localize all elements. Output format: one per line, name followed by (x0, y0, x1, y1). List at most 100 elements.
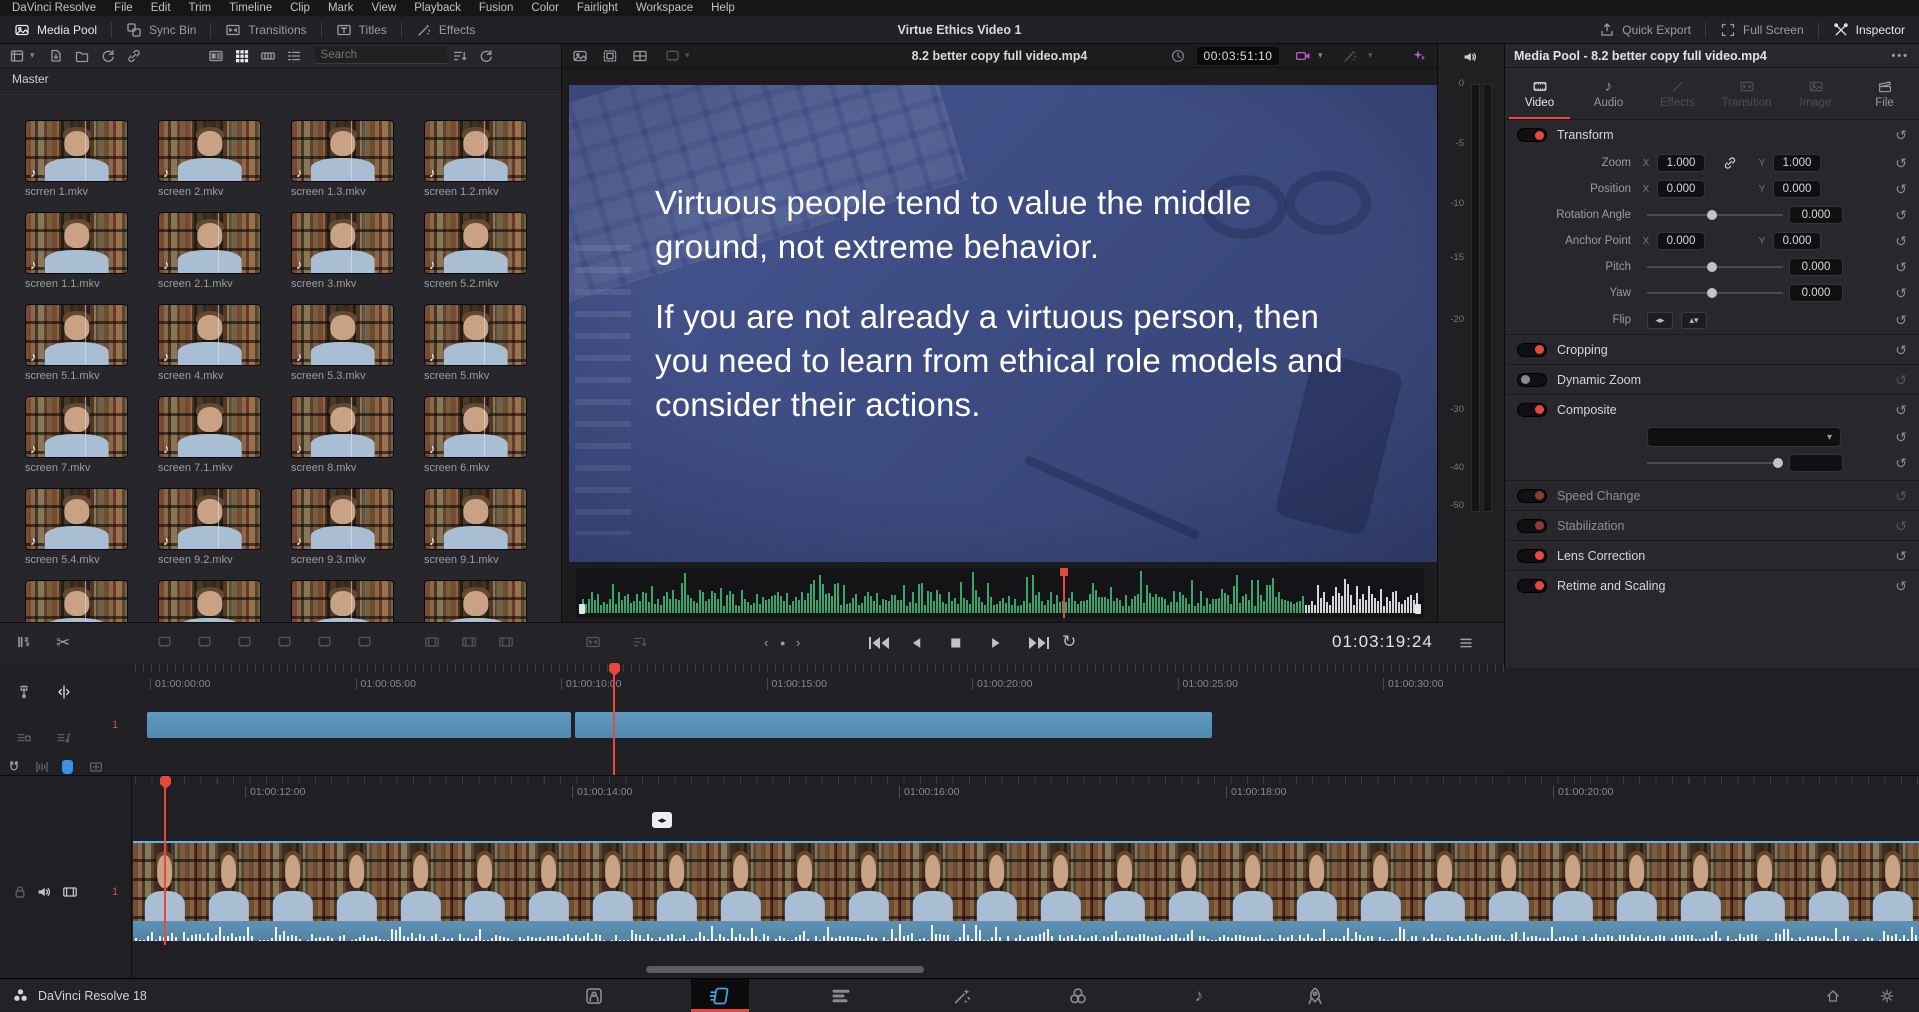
stop-button[interactable] (948, 636, 966, 650)
yaw-slider[interactable] (1647, 286, 1783, 300)
section-toggle[interactable] (1517, 579, 1547, 593)
reset-icon[interactable]: ↺ (1895, 373, 1907, 387)
flip-horizontal-button[interactable]: ◂▸ (1647, 312, 1673, 329)
media-pool-item[interactable]: ♪ screen 6.mkv (424, 396, 527, 476)
clip-thumbnail[interactable]: ♪ (158, 304, 261, 366)
menu-item-color[interactable]: Color (522, 0, 567, 16)
media-pool-item-partial[interactable]: ♪ (424, 580, 527, 622)
opacity-field[interactable] (1789, 454, 1843, 472)
strip-view-icon[interactable] (260, 48, 276, 64)
media-pool-item[interactable]: ♪ screen 4.mkv (158, 304, 261, 384)
menu-item-trim[interactable]: Trim (180, 0, 221, 16)
rotation-field[interactable]: 0.000 (1789, 206, 1843, 224)
toolbar-button-sync-bin[interactable]: Sync Bin (112, 16, 210, 43)
clip-thumbnail[interactable]: ♪ (291, 304, 394, 366)
clip-thumbnail[interactable] (1541, 843, 1605, 921)
media-pool-item[interactable]: ♪ screen 5.2.mkv (424, 212, 527, 292)
section-toggle[interactable] (1517, 373, 1547, 387)
position-x-field[interactable]: 0.000 (1657, 180, 1705, 198)
menu-item-edit[interactable]: Edit (142, 0, 180, 16)
trim-in-icon[interactable]: ‹ (764, 635, 768, 650)
project-home-button[interactable] (1808, 979, 1858, 1012)
clock-icon[interactable] (1170, 48, 1186, 64)
overview-clip-segment[interactable] (575, 712, 1212, 738)
viewer-mode-icon[interactable] (664, 48, 681, 63)
clip-thumbnail[interactable]: ♪ (25, 488, 128, 550)
toolbar-button-titles[interactable]: Titles (322, 16, 401, 43)
detail-playhead[interactable] (164, 787, 166, 945)
chevron-down-icon[interactable]: ▾ (30, 50, 35, 61)
clip-thumbnail[interactable]: ♪ (25, 580, 128, 622)
scrubber-in-handle[interactable] (579, 604, 585, 614)
clip-thumbnail[interactable]: ♪ (25, 120, 128, 182)
timeline-sleep-icon[interactable] (16, 634, 32, 650)
clip-thumbnail[interactable] (645, 843, 709, 921)
reset-icon[interactable]: ↺ (1895, 260, 1907, 274)
clip-thumbnail[interactable]: ♪ (424, 580, 527, 622)
menu-item-playback[interactable]: Playback (405, 0, 470, 16)
section-toggle[interactable] (1517, 489, 1547, 503)
tab-transition[interactable]: Transition (1712, 68, 1781, 119)
toolbar-button-transitions[interactable]: Transitions (211, 16, 320, 43)
position-lock-icon[interactable] (16, 684, 32, 705)
clip-thumbnail[interactable] (453, 843, 517, 921)
clip-thumbnail[interactable]: ♪ (291, 396, 394, 458)
toolbar-button-full-screen[interactable]: Full Screen (1706, 16, 1818, 43)
overview-playhead[interactable] (613, 674, 615, 775)
source-timecode[interactable]: 00:03:51:10 (1197, 47, 1279, 65)
menu-item-mark[interactable]: Mark (319, 0, 363, 16)
reset-icon[interactable]: ↺ (1895, 579, 1907, 593)
reset-icon[interactable]: ↺ (1895, 456, 1907, 470)
sync-refresh-icon[interactable] (478, 48, 494, 64)
media-pool-item[interactable]: ♪ screen 5.4.mkv (25, 488, 128, 568)
edit-mode-smart-insert-icon[interactable] (156, 634, 173, 649)
thumbnail-view-icon[interactable] (234, 48, 250, 64)
reset-icon[interactable]: ↺ (1895, 430, 1907, 444)
video-preview[interactable]: Virtuous people tend to value the middle… (569, 85, 1437, 562)
section-toggle[interactable] (1517, 343, 1547, 357)
ruler-ticks[interactable] (135, 664, 1504, 672)
clip-thumbnail[interactable] (1861, 843, 1919, 921)
media-pool-item[interactable]: ♪ screen 3.mkv (291, 212, 394, 292)
play-button[interactable] (988, 636, 1006, 650)
import-folder-icon[interactable] (74, 48, 90, 64)
media-pool-item[interactable]: ♪ screen 2.1.mkv (158, 212, 261, 292)
reset-icon[interactable]: ↺ (1895, 286, 1907, 300)
enhance-icon[interactable] (1410, 48, 1426, 64)
media-pool-item-partial[interactable]: ♪ (291, 580, 394, 622)
clip-thumbnail[interactable] (1285, 843, 1349, 921)
tools-a-icon[interactable] (424, 634, 440, 650)
bin-list-icon[interactable] (9, 48, 25, 64)
clip-thumbnail[interactable] (325, 843, 389, 921)
media-pool-item[interactable]: ♪ screen 8.mkv (291, 396, 394, 476)
yaw-field[interactable]: 0.000 (1789, 284, 1843, 302)
pitch-slider[interactable] (1647, 260, 1783, 274)
trim-out-icon[interactable]: › (796, 635, 800, 650)
settings-gear-button[interactable] (1862, 979, 1912, 1012)
video-sync-icon[interactable] (16, 730, 32, 751)
clip-thumbnail[interactable] (1477, 843, 1541, 921)
composite-mode-select[interactable]: ▾ (1647, 427, 1841, 447)
media-pool-item[interactable]: ♪ screen 9.2.mkv (158, 488, 261, 568)
detail-playhead-handle[interactable] (160, 776, 171, 789)
tab-audio[interactable]: ♪ Audio (1574, 68, 1643, 119)
menu-item-fairlight[interactable]: Fairlight (568, 0, 627, 16)
tab-video[interactable]: Video (1505, 68, 1574, 119)
zoom-x-field[interactable]: 1.000 (1657, 154, 1705, 172)
page-fairlight-button[interactable]: ♪ (1170, 979, 1228, 1012)
zoom-y-field[interactable]: 1.000 (1773, 154, 1821, 172)
overview-clip-segment[interactable] (147, 712, 571, 738)
link-icon[interactable] (1705, 155, 1755, 171)
timeline-scrollbar[interactable] (646, 966, 924, 973)
transform-toggle[interactable] (1517, 128, 1547, 142)
media-pool-item[interactable]: ♪ screen 5.mkv (424, 304, 527, 384)
reset-icon[interactable]: ↺ (1895, 156, 1907, 170)
clip-thumbnail[interactable]: ♪ (424, 488, 527, 550)
clip-thumbnail[interactable]: ♪ (158, 488, 261, 550)
clip-thumbnail[interactable]: ♪ (158, 580, 261, 622)
clip-thumbnail[interactable]: ♪ (424, 396, 527, 458)
list-view-icon[interactable] (286, 48, 302, 64)
search-input[interactable] (315, 47, 447, 64)
edit-mode-append-icon[interactable] (196, 634, 213, 649)
menu-item-clip[interactable]: Clip (281, 0, 319, 16)
